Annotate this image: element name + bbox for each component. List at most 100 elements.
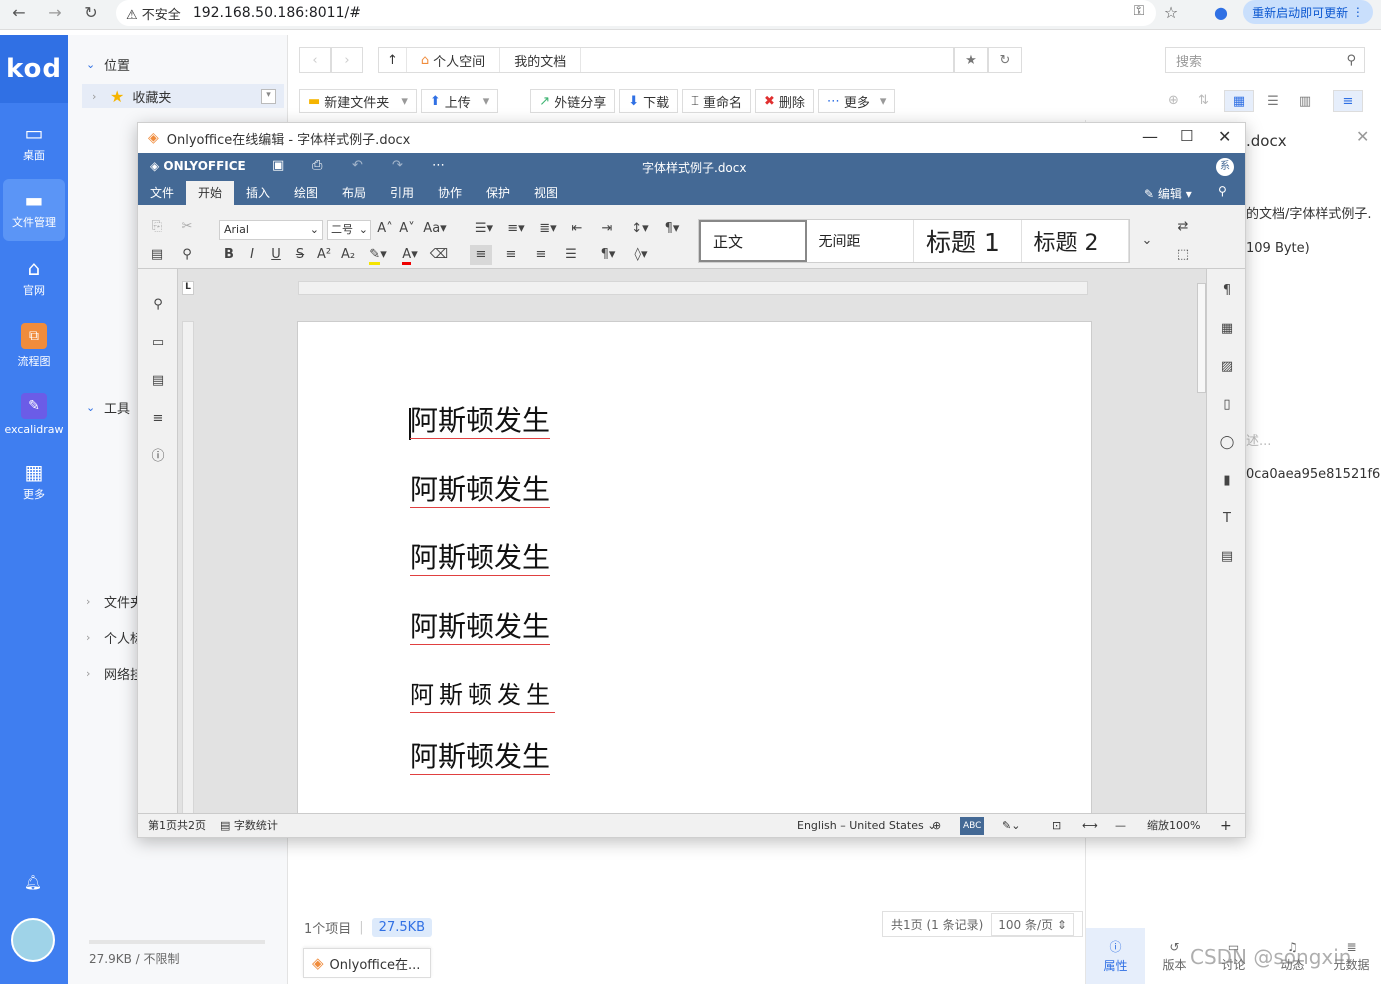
tab-properties[interactable]: ⓘ 属性 bbox=[1086, 928, 1145, 984]
split-view-button[interactable]: ▥ bbox=[1290, 90, 1320, 112]
globe-icon[interactable]: ⊕ bbox=[932, 814, 941, 838]
taskbar-onlyoffice[interactable]: ◈ Onlyoffice在... bbox=[303, 948, 431, 978]
url-text[interactable]: 192.168.50.186:8011/# bbox=[193, 5, 361, 21]
save-icon[interactable]: ▣ bbox=[272, 158, 284, 173]
decrease-font-icon[interactable]: A˅ bbox=[396, 219, 418, 239]
numbering-icon[interactable]: ≡▾ bbox=[502, 219, 530, 239]
track-changes-icon[interactable]: ✎⌄ bbox=[1002, 814, 1020, 838]
tab-insert[interactable]: 插入 bbox=[234, 181, 282, 205]
style-heading-1[interactable]: 标题 1 bbox=[914, 220, 1022, 262]
reload-icon[interactable]: ↻ bbox=[80, 3, 102, 22]
forward-icon[interactable]: → bbox=[44, 3, 66, 22]
chat-icon[interactable]: ▤ bbox=[147, 371, 169, 391]
decrease-indent-icon[interactable]: ⇤ bbox=[566, 219, 588, 239]
nav-flowchart[interactable]: ⧉ 流程图 bbox=[3, 315, 65, 377]
minimize-icon[interactable]: — bbox=[1142, 127, 1158, 146]
paragraph[interactable]: 阿斯顿发生 bbox=[410, 610, 551, 645]
select-icon[interactable]: ⬚ bbox=[1172, 245, 1194, 265]
insecure-indicator[interactable]: ⚠ 不安全 bbox=[126, 4, 181, 23]
fit-page-icon[interactable]: ⊡ bbox=[1052, 814, 1061, 838]
italic-icon[interactable]: I bbox=[241, 245, 263, 265]
subscript-icon[interactable]: A₂ bbox=[337, 245, 359, 265]
upload-button[interactable]: ⬆ 上传 ▾ bbox=[420, 89, 499, 113]
nav-more[interactable]: ▦ 更多 bbox=[3, 451, 65, 513]
strikethrough-icon[interactable]: S bbox=[289, 245, 311, 265]
sort-icon[interactable]: ⇅ bbox=[1198, 93, 1209, 108]
redo-icon[interactable]: ↷ bbox=[392, 158, 403, 173]
align-right-icon[interactable]: ≡ bbox=[530, 245, 552, 265]
avatar[interactable]: 系 bbox=[1216, 158, 1234, 176]
line-spacing-icon[interactable]: ↕▾ bbox=[626, 219, 654, 239]
tab-file[interactable]: 文件 bbox=[138, 181, 186, 205]
font-name-select[interactable]: Arial ⌄ bbox=[219, 220, 323, 240]
scroll-thumb[interactable] bbox=[1197, 283, 1206, 393]
new-folder-button[interactable]: ▬ 新建文件夹 ▾ bbox=[299, 89, 417, 113]
zoom-out-icon[interactable]: — bbox=[1115, 814, 1126, 838]
shading-icon[interactable]: ◊▾ bbox=[626, 245, 656, 265]
maximize-icon[interactable]: ☐ bbox=[1180, 127, 1193, 145]
star-icon[interactable]: ☆ bbox=[1160, 3, 1182, 22]
paragraph[interactable]: 阿斯顿发生 bbox=[410, 473, 551, 508]
image-icon[interactable]: ▨ bbox=[1216, 357, 1238, 377]
up-button[interactable]: ↑ bbox=[379, 48, 407, 72]
underline-icon[interactable]: U bbox=[265, 245, 287, 265]
vertical-scrollbar[interactable] bbox=[1197, 273, 1206, 809]
nav-website[interactable]: ⌂ 官网 bbox=[3, 247, 65, 309]
more-button[interactable]: ⋯ 更多 ▾ bbox=[817, 89, 896, 113]
superscript-icon[interactable]: A² bbox=[313, 245, 335, 265]
download-button[interactable]: ⬇ 下载 bbox=[619, 89, 679, 113]
tab-stop-icon[interactable]: L bbox=[182, 281, 194, 295]
close-icon[interactable]: ✕ bbox=[1218, 127, 1231, 146]
key-icon[interactable]: ⚿ bbox=[1128, 3, 1150, 19]
breadcrumb-docs[interactable]: 我的文档 bbox=[500, 48, 582, 72]
zoom-icon[interactable]: ⊕ bbox=[1168, 93, 1179, 108]
multilevel-icon[interactable]: ≣▾ bbox=[534, 219, 562, 239]
refresh-button[interactable]: ↻ bbox=[988, 47, 1022, 73]
zoom-in-icon[interactable]: + bbox=[1220, 814, 1232, 838]
share-button[interactable]: ↗ 外链分享 bbox=[530, 89, 616, 113]
align-center-icon[interactable]: ≡ bbox=[500, 245, 522, 265]
print-icon[interactable]: ⎙ bbox=[312, 158, 322, 173]
search-icon[interactable]: ⚲ bbox=[147, 295, 169, 315]
tree-favorites[interactable]: › ★ 收藏夹 bbox=[92, 85, 171, 107]
mail-merge-icon[interactable]: ▤ bbox=[1216, 547, 1238, 567]
highlight-icon[interactable]: ✎▾ bbox=[364, 245, 392, 265]
styles-expand-icon[interactable]: ⌄ bbox=[1136, 231, 1158, 251]
address-bar[interactable]: ⚠ 不安全 192.168.50.186:8011/# bbox=[116, 0, 1156, 26]
horizontal-ruler[interactable] bbox=[298, 281, 1088, 295]
dropdown-icon[interactable]: ▾ bbox=[261, 89, 276, 104]
navigation-icon[interactable]: ≡ bbox=[147, 409, 169, 429]
back-button[interactable]: ‹ bbox=[299, 47, 331, 73]
paragraph[interactable]: 阿斯顿发生 bbox=[410, 404, 551, 439]
style-normal[interactable]: 正文 bbox=[699, 220, 807, 262]
breadcrumb-home[interactable]: ⌂ 个人空间 bbox=[407, 48, 501, 72]
list-view-button[interactable]: ☰ bbox=[1258, 90, 1288, 112]
zoom-level[interactable]: 缩放100% bbox=[1147, 814, 1200, 838]
paragraph-settings-icon[interactable]: ¶▾ bbox=[658, 219, 686, 239]
tab-view[interactable]: 视图 bbox=[522, 181, 570, 205]
paragraph-settings-icon[interactable]: ¶ bbox=[1216, 281, 1238, 301]
copy-icon[interactable]: ⎘ bbox=[146, 217, 168, 237]
vertical-ruler[interactable] bbox=[182, 321, 194, 813]
nav-excalidraw[interactable]: ✎ excalidraw bbox=[3, 383, 65, 445]
style-no-spacing[interactable]: 无间距 bbox=[807, 220, 915, 262]
bold-icon[interactable]: B bbox=[218, 245, 240, 265]
tab-protect[interactable]: 保护 bbox=[474, 181, 522, 205]
update-button[interactable]: 重新启动即可更新 ⋮ bbox=[1243, 0, 1373, 24]
cut-icon[interactable]: ✂ bbox=[176, 217, 198, 237]
font-color-icon[interactable]: A▾ bbox=[396, 245, 424, 265]
text-art-icon[interactable]: T bbox=[1216, 509, 1238, 529]
table-icon[interactable]: ▦ bbox=[1216, 319, 1238, 339]
paragraph[interactable]: 阿斯顿发生 bbox=[410, 541, 551, 576]
page-count[interactable]: 第1页共2页 bbox=[148, 814, 206, 838]
grid-view-button[interactable]: ▦ bbox=[1224, 90, 1254, 112]
star-button[interactable]: ★ bbox=[954, 47, 988, 73]
search-input[interactable]: 搜索 ⚲ bbox=[1165, 47, 1365, 73]
rename-button[interactable]: ⌶ 重命名 bbox=[682, 89, 751, 113]
tab-home[interactable]: 开始 bbox=[186, 181, 235, 205]
tree-item-personal[interactable]: › 个人标 bbox=[86, 626, 143, 648]
shape-icon[interactable]: ◯ bbox=[1216, 433, 1238, 453]
close-icon[interactable]: ✕ bbox=[1356, 127, 1369, 146]
forward-button[interactable]: › bbox=[331, 47, 363, 73]
search-icon[interactable]: ⚲ bbox=[1218, 184, 1227, 198]
